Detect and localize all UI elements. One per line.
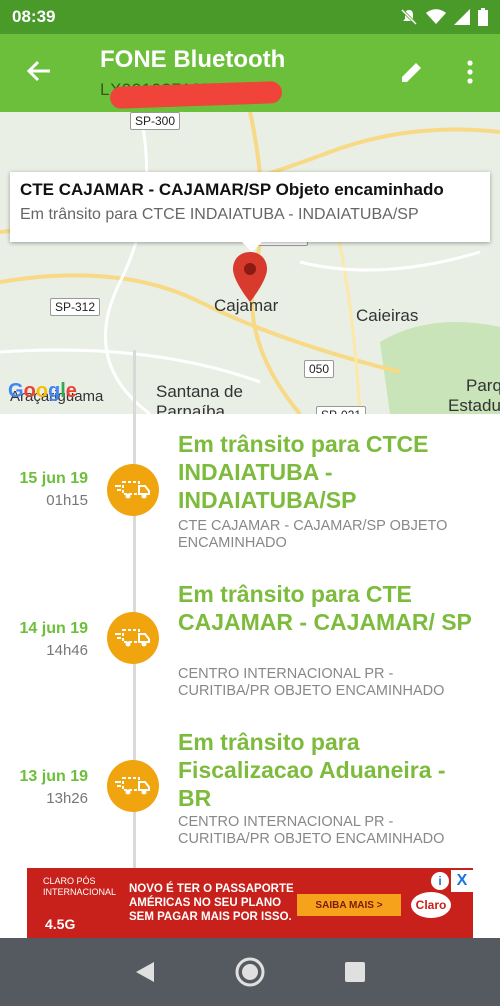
event-time: 13h26: [46, 790, 88, 807]
ad-cta-button[interactable]: SAIBA MAIS >: [297, 894, 401, 916]
event-title: Em trânsito para Fiscalizacao Aduaneira …: [178, 729, 446, 811]
map-place: Santana de Parnaíba: [156, 382, 243, 414]
mute-icon: [400, 8, 418, 26]
recents-icon[interactable]: [344, 961, 366, 983]
timeline-event[interactable]: 14 jun 19 14h46 Em trânsito para CTE CAJ…: [0, 578, 500, 718]
back-icon[interactable]: [134, 960, 156, 984]
ad-banner[interactable]: CLARO PÓS INTERNACIONAL 4.5G NOVO É TER …: [27, 868, 473, 938]
ad-info-icon[interactable]: i: [431, 872, 449, 890]
event-title: Em trânsito para CTCE INDAIATUBA - INDAI…: [178, 431, 429, 513]
map-pin-icon[interactable]: [233, 252, 267, 302]
road-badge: 050: [304, 360, 335, 378]
ad-headline: NOVO É TER O PASSAPORTE AMÉRICAS NO SEU …: [129, 883, 294, 923]
event-description: CENTRO INTERNACIONAL PR - CURITIBA/PR OB…: [178, 814, 445, 847]
app-bar: FONE Bluetooth LX00102710BR: [0, 34, 500, 112]
map-view[interactable]: SP-300 SP-348 SP-312 050 SP-021 Cajamar …: [0, 112, 500, 414]
battery-icon: [478, 8, 488, 26]
road-badge: SP-021: [316, 406, 367, 414]
status-icons: [400, 8, 488, 26]
info-window-tip: [242, 242, 262, 252]
back-arrow-icon[interactable]: [24, 56, 54, 86]
event-title: Em trânsito para CTE CAJAMAR - CAJAMAR/ …: [178, 581, 472, 635]
signal-icon: [454, 9, 470, 25]
google-logo: Google: [8, 380, 77, 402]
map-place: Caieiras: [356, 306, 419, 325]
event-date: 14 jun 19: [19, 620, 88, 637]
event-time: 01h15: [46, 492, 88, 509]
info-title: CTE CAJAMAR - CAJAMAR/SP Objeto encaminh…: [20, 180, 444, 199]
event-time: 14h46: [46, 642, 88, 659]
redaction-mark: [109, 81, 283, 109]
ad-small-text: CLARO PÓS INTERNACIONAL: [43, 876, 117, 897]
map-info-window[interactable]: CTE CAJAMAR - CAJAMAR/SP Objeto encaminh…: [10, 172, 490, 252]
timeline-event[interactable]: 13 jun 19 13h26 Em trânsito para Fiscali…: [0, 726, 500, 866]
event-date: 15 jun 19: [19, 470, 88, 487]
truck-icon: [107, 464, 159, 516]
ad-close-button[interactable]: X: [451, 870, 473, 892]
event-description: CTE CAJAMAR - CAJAMAR/SP OBJETO ENCAMINH…: [178, 518, 448, 551]
truck-icon: [107, 612, 159, 664]
ad-brand-logo: Claro: [411, 892, 451, 918]
wifi-icon: [426, 9, 446, 24]
map-place: Parq: [466, 376, 500, 395]
ad-network-label: 4.5G: [45, 916, 76, 932]
status-time: 08:39: [12, 7, 56, 26]
truck-icon: [107, 760, 159, 812]
event-description: CENTRO INTERNACIONAL PR - CURITIBA/PR OB…: [178, 666, 445, 699]
timeline-event[interactable]: 15 jun 19 01h15 Em trânsito para CTCE IN…: [0, 428, 500, 568]
map-place: Estadu: [448, 396, 500, 414]
info-subtitle: Em trânsito para CTCE INDAIATUBA - INDAI…: [20, 206, 419, 223]
more-vert-icon[interactable]: [460, 58, 480, 86]
system-nav-bar: [0, 938, 500, 1006]
status-bar: 08:39: [0, 0, 500, 34]
edit-icon[interactable]: [398, 58, 426, 86]
road-badge: SP-300: [130, 112, 181, 130]
page-title: FONE Bluetooth: [100, 46, 286, 73]
home-icon[interactable]: [234, 956, 266, 988]
road-badge: SP-312: [50, 298, 101, 316]
event-date: 13 jun 19: [19, 768, 88, 785]
